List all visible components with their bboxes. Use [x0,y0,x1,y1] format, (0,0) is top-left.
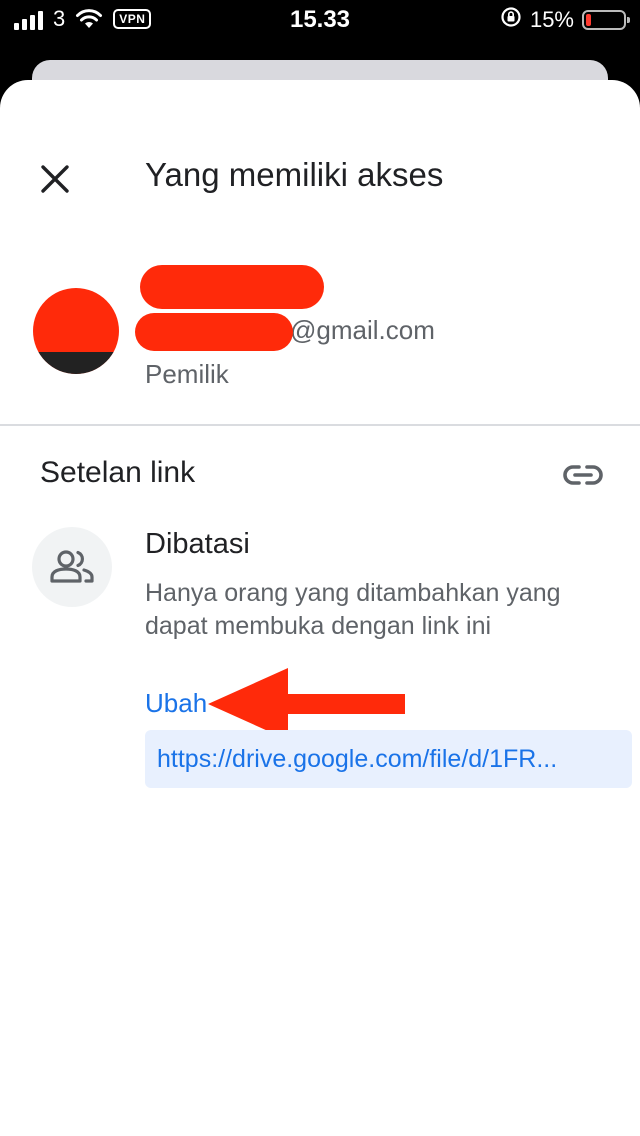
battery-icon [582,9,630,30]
sheet-title: Yang memiliki akses [145,156,444,193]
owner-role: Pemilik [145,359,229,389]
access-icon-circle [32,527,112,607]
owner-avatar [33,288,119,374]
access-level-label: Dibatasi [145,528,250,560]
access-description: Hanya orang yang ditambahkan yang dapat … [145,579,561,640]
battery-percent: 15% [529,6,574,32]
link-settings-title: Setelan link [40,456,196,489]
copy-link-button[interactable] [560,456,606,494]
redaction-mark [140,265,324,309]
redaction-mark [135,313,293,351]
owner-email: @gmail.com [290,315,435,345]
access-sheet: Yang memiliki akses @gmail.com Pemilik S… [0,80,640,1136]
rotation-lock-icon [500,6,522,33]
link-url: https://drive.google.com/file/d/1FR... [157,744,558,773]
link-icon [563,465,603,485]
link-url-box[interactable]: https://drive.google.com/file/d/1FR... [145,730,632,788]
change-access-link[interactable]: Ubah [145,688,207,719]
people-icon [50,550,94,583]
close-button[interactable] [32,156,78,202]
divider [0,424,640,426]
status-bar: 3 VPN 15.33 15% [0,0,640,40]
close-icon [41,165,69,193]
